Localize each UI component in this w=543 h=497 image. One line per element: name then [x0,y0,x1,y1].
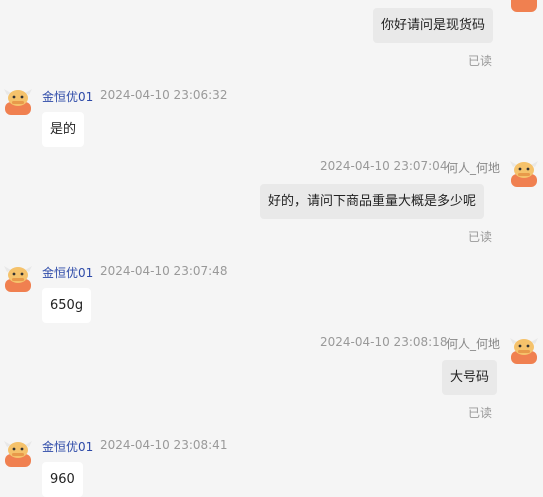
message-timestamp: 2024-04-10 23:07:48 [100,264,228,278]
sender-name[interactable]: 金恒优01 [42,264,93,281]
sender-name[interactable]: 金恒优01 [42,438,93,455]
sender-avatar-icon[interactable] [3,262,33,292]
message-bubble-incoming[interactable]: 650g [42,288,92,323]
message-bubble-incoming[interactable]: 是的 [42,112,85,147]
message-bubble-outgoing[interactable]: 大号码 [442,360,498,395]
message-timestamp: 2024-04-10 23:08:18 [320,335,448,349]
read-receipt: 已读 [468,406,493,420]
message-bubble-outgoing[interactable]: 你好请问是现货码 [373,8,494,43]
sender-name-self: 何人_何地 [446,161,501,175]
message-timestamp: 2024-04-10 23:06:32 [100,88,228,102]
read-receipt: 已读 [468,54,493,68]
message-bubble-outgoing[interactable]: 好的，请问下商品重量大概是多少呢 [260,184,485,219]
read-receipt: 已读 [468,230,493,244]
self-avatar-icon[interactable] [509,157,539,187]
sender-avatar-icon[interactable] [3,437,33,467]
message-bubble-incoming[interactable]: 960 [42,462,83,497]
sender-name-self: 何人_何地 [446,337,501,351]
sender-name[interactable]: 金恒优01 [42,88,93,105]
message-timestamp: 2024-04-10 23:08:41 [100,438,228,452]
avatar-icon [511,0,537,12]
message-timestamp: 2024-04-10 23:07:04 [320,159,448,173]
self-avatar-icon[interactable] [509,334,539,364]
sender-avatar-icon[interactable] [3,85,33,115]
